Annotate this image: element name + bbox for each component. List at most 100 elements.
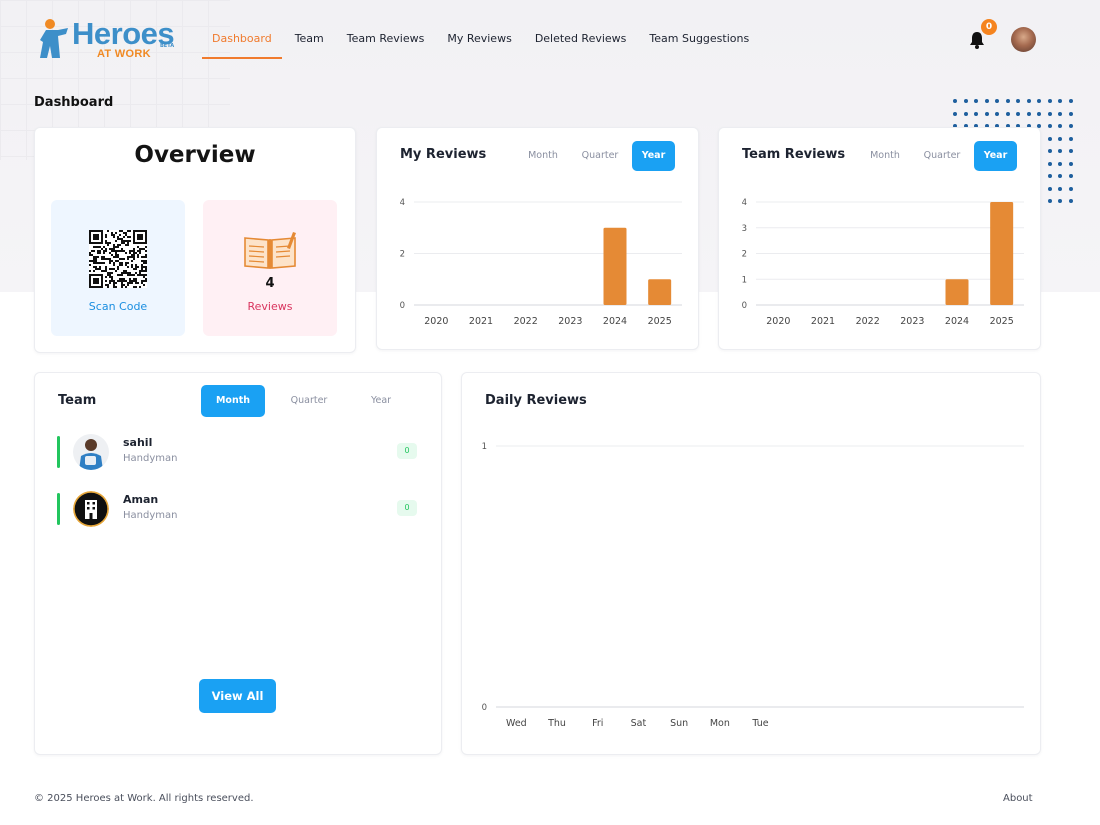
decorative-dot	[1047, 199, 1052, 203]
decorative-dot	[1026, 111, 1031, 116]
nav-deleted-reviews[interactable]: Deleted Reviews	[525, 22, 637, 59]
decorative-dot	[1058, 149, 1062, 153]
decorative-dot	[1058, 99, 1062, 103]
decorative-dot	[1058, 124, 1062, 128]
scan-code-label: Scan Code	[88, 300, 148, 313]
team-filter-month[interactable]: Month	[201, 385, 265, 417]
x-tick-label: Sat	[631, 718, 647, 729]
my-reviews-chart: 0 2 4 2020 2021 2022 2023 2024 2025	[400, 198, 682, 327]
decorative-dot	[995, 99, 999, 103]
x-tick-label: 2024	[603, 316, 627, 327]
decorative-dot	[953, 99, 957, 103]
team-title: Team	[58, 393, 97, 408]
decorative-dot	[953, 111, 957, 116]
brand-name: Heroes	[72, 16, 175, 51]
x-tick-label: 2022	[856, 316, 880, 327]
x-tick-label: Tue	[751, 718, 768, 729]
member-name: Aman	[123, 493, 159, 506]
y-tick-label: 2	[400, 250, 405, 260]
my-reviews-card: My Reviews Month Quarter Year 0 2 4 2020 202…	[376, 127, 699, 350]
brand-tag: BETA	[160, 43, 175, 49]
x-tick-label: 2020	[766, 316, 790, 327]
decorative-dot	[1068, 161, 1073, 166]
decorative-dot	[1058, 199, 1062, 203]
decorative-dot	[1058, 111, 1062, 116]
y-tick-label: 4	[742, 198, 747, 208]
team-filter-year[interactable]: Year	[353, 385, 409, 417]
decorative-dot	[1047, 161, 1052, 166]
x-tick-label: Fri	[592, 718, 603, 729]
x-tick-label: Mon	[710, 718, 730, 729]
footer-about-link[interactable]: About	[1003, 793, 1033, 804]
y-tick-label: 0	[742, 301, 747, 311]
brand-logo[interactable]: Heroes AT WORK BETA	[38, 16, 178, 60]
scan-code-tile[interactable]: Scan Code	[51, 200, 185, 336]
team-card: Team Month Quarter Year sahil Handyman 0	[34, 372, 442, 755]
team-reviews-card: Team Reviews Month Quarter Year 0 1 2 3 4 202…	[718, 127, 1041, 350]
nav-team[interactable]: Team	[285, 22, 334, 59]
decorative-dot	[1068, 124, 1073, 128]
x-tick-label: 2021	[469, 316, 493, 327]
decorative-dot	[1068, 174, 1073, 178]
decorative-dot	[1068, 186, 1073, 191]
x-tick-label: Wed	[506, 718, 527, 729]
x-tick-label: 2025	[990, 316, 1014, 327]
member-role: Handyman	[123, 510, 178, 521]
x-tick-label: Sun	[670, 718, 688, 729]
team-member-row[interactable]: sahil Handyman 0	[57, 434, 422, 470]
decorative-dot	[1068, 199, 1073, 203]
decorative-dot	[1037, 111, 1041, 116]
decorative-dot	[1047, 186, 1052, 191]
x-tick-label: 2020	[424, 316, 448, 327]
overview-card: Overview Scan Code 4 Reviews	[34, 127, 356, 353]
x-tick-label: 2024	[945, 316, 969, 327]
overview-title: Overview	[134, 142, 256, 168]
daily-reviews-chart: 0 1 Wed Thu Fri Sat Sun Mon Tue	[482, 442, 1024, 729]
decorative-dot	[1047, 174, 1052, 178]
x-tick-label: Thu	[547, 718, 566, 729]
member-name: sahil	[123, 436, 153, 449]
user-avatar[interactable]	[1011, 27, 1036, 52]
y-tick-label: 3	[742, 224, 747, 234]
nav-my-reviews[interactable]: My Reviews	[437, 22, 521, 59]
y-tick-label: 2	[742, 250, 747, 260]
decorative-dot	[1047, 124, 1052, 128]
reviews-tile[interactable]: 4 Reviews	[203, 200, 337, 336]
member-role: Handyman	[123, 453, 178, 464]
bar	[603, 227, 627, 305]
decorative-dot	[1047, 136, 1052, 141]
decorative-dot	[1068, 136, 1073, 141]
decorative-dot	[1047, 111, 1052, 116]
x-tick-label: 2022	[514, 316, 538, 327]
footer-copyright: © 2025 Heroes at Work. All rights reserv…	[34, 793, 254, 804]
team-member-row[interactable]: Aman Handyman 0	[57, 491, 422, 527]
notification-badge: 0	[981, 19, 997, 35]
decorative-dot	[1068, 149, 1073, 153]
decorative-dot	[1058, 186, 1062, 191]
x-tick-label: 2021	[811, 316, 835, 327]
team-filter-quarter[interactable]: Quarter	[265, 385, 353, 417]
decorative-dot	[984, 99, 989, 103]
member-avatar	[73, 491, 109, 527]
bar	[990, 202, 1014, 305]
nav-team-suggestions[interactable]: Team Suggestions	[639, 22, 759, 59]
member-status-bar	[57, 436, 60, 468]
decorative-dot	[1005, 99, 1010, 103]
x-tick-label: 2023	[900, 316, 924, 327]
nav-team-reviews[interactable]: Team Reviews	[337, 22, 435, 59]
decorative-dot	[963, 99, 968, 103]
reviews-count: 4	[265, 276, 275, 291]
brand-subtitle: AT WORK	[97, 48, 151, 60]
reviews-label: Reviews	[247, 300, 293, 313]
nav-dashboard[interactable]: Dashboard	[202, 22, 282, 59]
decorative-dot	[984, 111, 989, 116]
view-all-button[interactable]: View All	[199, 679, 276, 713]
bar	[648, 279, 672, 305]
y-tick-label: 0	[482, 703, 487, 713]
y-tick-label: 1	[742, 275, 747, 285]
decorative-dot	[974, 99, 978, 103]
decorative-dot	[1068, 111, 1073, 116]
daily-reviews-card: Daily Reviews 0 1 Wed Thu Fri Sat Sun Mon Tue	[461, 372, 1041, 755]
team-reviews-chart: 0 1 2 3 4 2020 2021 2022 2023 2024 2025	[742, 198, 1024, 327]
decorative-dot	[1026, 99, 1031, 103]
